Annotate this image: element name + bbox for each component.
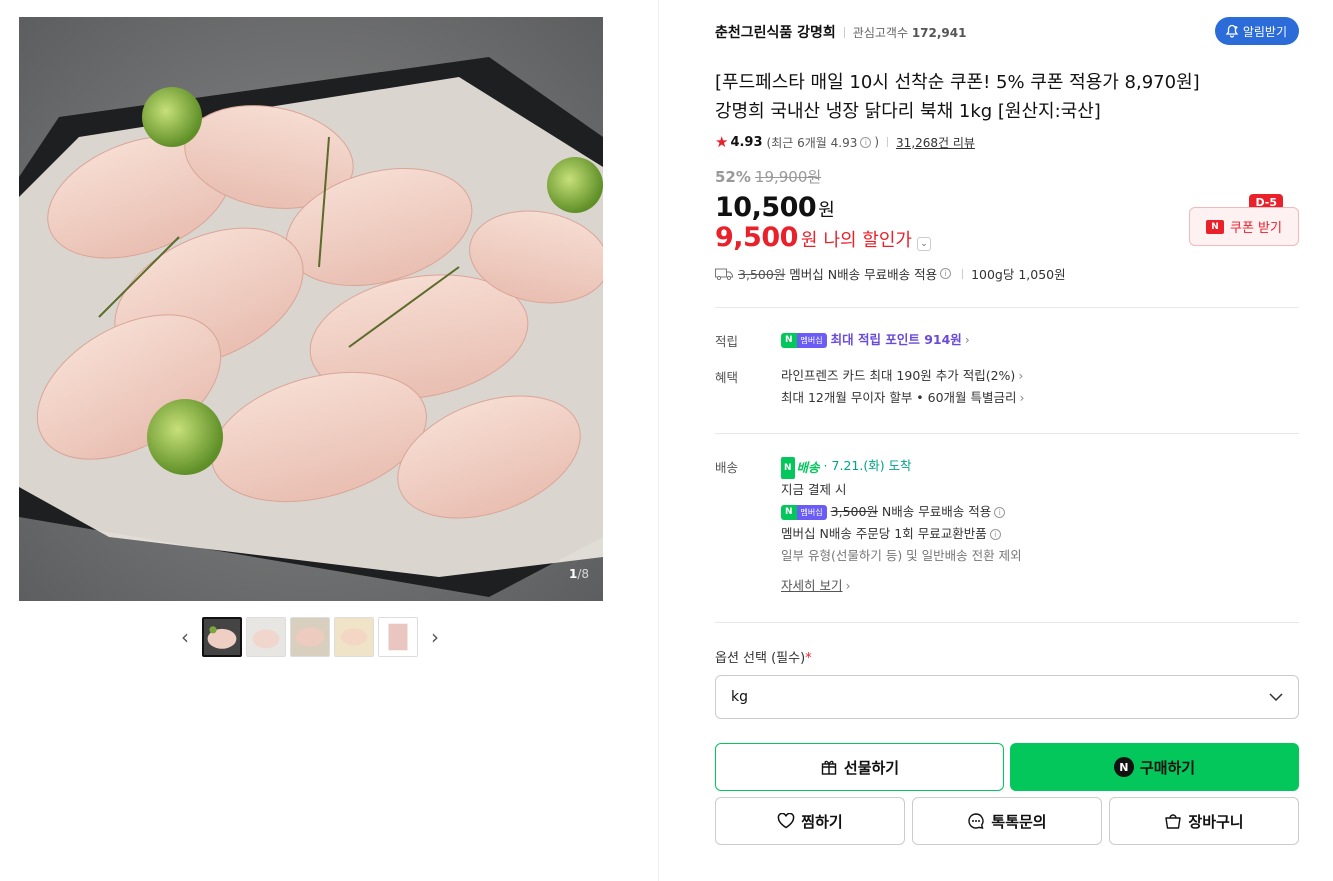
wish-button[interactable]: 찜하기 <box>715 797 905 845</box>
discount-percent: 52% <box>715 168 751 186</box>
thumbnail[interactable] <box>334 617 374 657</box>
bell-plus-icon <box>1225 24 1239 38</box>
thumbnail[interactable] <box>290 617 330 657</box>
benefit-item[interactable]: 최대 12개월 무이자 할부 • 60개월 특별금리 › <box>781 387 1025 409</box>
points-label: 적립 <box>715 334 739 349</box>
option-label: 옵션 선택 (필수)* <box>715 651 812 666</box>
rating-value: 4.93 <box>730 134 763 150</box>
my-price-row[interactable]: 9,500 원 나의 할인가 ⌄ <box>715 222 931 253</box>
naver-n-icon: N <box>1206 219 1224 234</box>
chevron-right-icon: › <box>1018 368 1024 383</box>
divider <box>715 622 1299 623</box>
thumb-prev-arrow-icon[interactable]: ‹ <box>172 617 198 657</box>
option-select[interactable]: kg <box>715 675 1299 719</box>
n-delivery-badge: N 배송 <box>781 457 820 479</box>
coupon-button[interactable]: N 쿠폰 받기 <box>1189 207 1299 246</box>
divider <box>715 433 1299 434</box>
chevron-down-icon <box>1269 693 1283 701</box>
shipping-summary: 3,500원 멤버십 N배송 무료배송 적용 i 100g당 1,050원 <box>715 264 1066 283</box>
benefit-item[interactable]: 라인프렌즈 카드 최대 190원 추가 적립(2%) › <box>781 365 1025 387</box>
shopping-bag-icon <box>1165 814 1182 829</box>
unit-price: 100g당 1,050원 <box>971 267 1066 282</box>
gift-icon <box>821 760 837 775</box>
points-row[interactable]: N 멤버십 최대 적립 포인트 914원 › <box>781 329 970 351</box>
follower-count: 관심고객수 172,941 <box>852 25 967 40</box>
info-icon[interactable]: i <box>940 268 952 279</box>
original-price: 19,900원 <box>754 168 822 186</box>
separator <box>843 26 845 38</box>
gift-button[interactable]: 선물하기 <box>715 743 1004 791</box>
store-header: 춘천그린식품 강명희 관심고객수 172,941 알림받기 <box>715 17 1299 45</box>
sale-price: 10,500 <box>715 192 817 223</box>
chat-bubble-icon <box>968 813 985 829</box>
thumb-next-arrow-icon[interactable]: › <box>422 617 448 657</box>
discount-row: 52% 19,900원 <box>715 166 821 187</box>
alarm-button[interactable]: 알림받기 <box>1214 17 1299 45</box>
store-name[interactable]: 춘천그린식품 강명희 <box>715 22 836 42</box>
thumbnail[interactable] <box>246 617 286 657</box>
arrival-date: 7.21.(화) 도착 <box>831 458 912 473</box>
cart-button[interactable]: 장바구니 <box>1109 797 1299 845</box>
column-divider <box>658 0 659 881</box>
truck-icon <box>715 268 733 280</box>
chevron-right-icon: › <box>964 332 970 347</box>
info-icon[interactable]: i <box>994 507 1006 518</box>
chevron-right-icon: › <box>1019 390 1025 405</box>
nplus-membership-badge: N 멤버십 <box>781 505 827 520</box>
rating-row: ★ 4.93 (최근 6개월 4.93 i) 31,268건 리뷰 <box>715 133 975 151</box>
buy-button[interactable]: N 구매하기 <box>1010 743 1299 791</box>
separator <box>887 137 889 147</box>
thumbnail[interactable] <box>202 617 242 657</box>
thumbnail-strip: ‹ › <box>172 617 448 657</box>
nplus-membership-badge: N 멤버십 <box>781 333 827 348</box>
separator <box>962 268 964 279</box>
benefit-list: 라인프렌즈 카드 최대 190원 추가 적립(2%) › 최대 12개월 무이자 … <box>781 365 1025 409</box>
heart-icon <box>777 813 795 829</box>
talk-inquiry-button[interactable]: 톡톡문의 <box>912 797 1102 845</box>
my-discount-price: 9,500 <box>715 222 798 253</box>
product-page: 1/8 ‹ › 춘천그린식품 강명희 관심고객수 172,941 알림받기 [푸… <box>0 0 1333 881</box>
benefit-label: 혜택 <box>715 370 739 385</box>
info-icon[interactable]: i <box>860 136 872 148</box>
chevron-down-icon[interactable]: ⌄ <box>917 237 931 251</box>
chicken-drumsticks-photo <box>19 17 603 601</box>
price-row: 10,500 원 <box>715 192 835 223</box>
delivery-info: N 배송 · 7.21.(화) 도착 지금 결제 시 N 멤버십 3,500원 N배송… <box>781 455 1022 597</box>
delivery-label: 배송 <box>715 460 739 475</box>
image-counter: 1/8 <box>568 567 589 581</box>
star-icon: ★ <box>715 133 729 151</box>
divider <box>715 307 1299 308</box>
info-icon[interactable]: i <box>989 529 1001 540</box>
delivery-more-link[interactable]: 자세히 보기 › <box>781 575 1022 597</box>
product-main-image[interactable]: 1/8 <box>19 17 603 601</box>
product-title: [푸드페스타 매일 10시 선착순 쿠폰! 5% 쿠폰 적용가 8,970원] … <box>715 72 1200 122</box>
thumbnail[interactable] <box>378 617 418 657</box>
chevron-right-icon: › <box>845 578 851 593</box>
review-count-link[interactable]: 31,268건 리뷰 <box>896 134 975 151</box>
naver-n-icon: N <box>1113 757 1134 777</box>
